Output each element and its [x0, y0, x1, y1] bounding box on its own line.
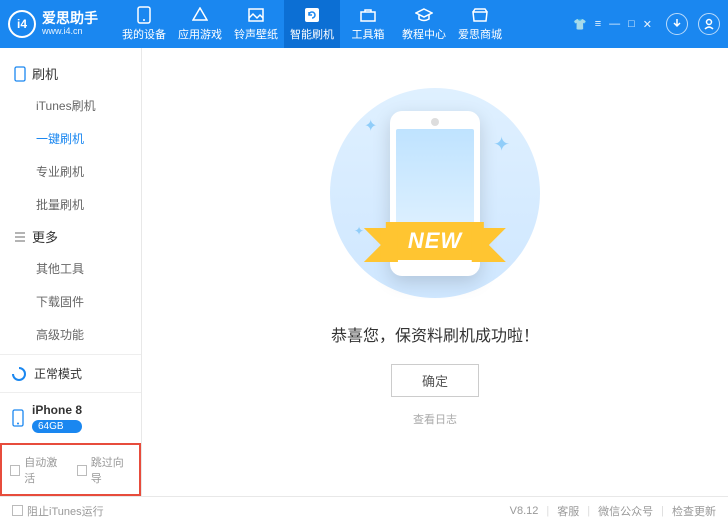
- brand-logo: i4 爱思助手 www.i4.cn: [8, 10, 98, 38]
- success-message: 恭喜您，保资料刷机成功啦！: [331, 322, 539, 346]
- download-button[interactable]: [666, 13, 688, 35]
- brand-mark: i4: [8, 10, 36, 38]
- nav-my-device[interactable]: 我的设备: [116, 0, 172, 48]
- nav-tutorials[interactable]: 教程中心: [396, 0, 452, 48]
- image-icon: [247, 6, 265, 24]
- sidebar-section-flash: 刷机: [0, 58, 141, 89]
- sidebar: 刷机 iTunes刷机 一键刷机 专业刷机 批量刷机 更多 其他工具 下载固件 …: [0, 48, 142, 496]
- maximize-button[interactable]: □: [628, 18, 635, 31]
- apps-icon: [191, 6, 209, 24]
- nav-ringtones[interactable]: 铃声壁纸: [228, 0, 284, 48]
- phone-outline-icon: [14, 66, 26, 82]
- storage-badge: 64GB: [32, 420, 82, 433]
- main-panel: ✦ ✦ ✦ NEW 恭喜您，保资料刷机成功啦！ 确定 查看日志: [142, 48, 728, 496]
- sparkle-icon: ✦: [364, 116, 377, 136]
- block-itunes-checkbox[interactable]: 阻止iTunes运行: [12, 503, 104, 519]
- status-bar: 阻止iTunes运行 V8.12 | 客服 | 微信公众号 | 检查更新: [0, 496, 728, 524]
- footer-link-wechat[interactable]: 微信公众号: [598, 503, 653, 519]
- phone-device-icon: [12, 409, 24, 427]
- sidebar-section-more: 更多: [0, 221, 141, 252]
- shirt-icon[interactable]: 👕: [573, 18, 587, 31]
- nav-flash[interactable]: 智能刷机: [284, 0, 340, 48]
- device-mode[interactable]: 正常模式: [0, 354, 141, 392]
- ok-button[interactable]: 确定: [391, 364, 479, 397]
- menu-icon[interactable]: ≡: [595, 18, 601, 31]
- view-log-link[interactable]: 查看日志: [413, 411, 457, 427]
- flash-options: 自动激活 跳过向导: [0, 443, 141, 496]
- sidebar-item-other-tools[interactable]: 其他工具: [0, 252, 141, 285]
- sparkle-icon: ✦: [354, 224, 364, 238]
- device-info[interactable]: iPhone 8 64GB: [0, 392, 141, 443]
- new-ribbon: NEW: [386, 222, 484, 260]
- sidebar-item-batch-flash[interactable]: 批量刷机: [0, 188, 141, 221]
- nav-store[interactable]: 爱思商城: [452, 0, 508, 48]
- sidebar-item-oneclick-flash[interactable]: 一键刷机: [0, 122, 141, 155]
- close-button[interactable]: ✕: [643, 18, 652, 31]
- phone-icon: [135, 6, 153, 24]
- success-illustration: ✦ ✦ ✦ NEW: [330, 88, 540, 298]
- sidebar-item-itunes-flash[interactable]: iTunes刷机: [0, 89, 141, 122]
- top-nav: 我的设备 应用游戏 铃声壁纸 智能刷机 工具箱 教程中心 爱思商城: [116, 0, 508, 48]
- footer-link-support[interactable]: 客服: [557, 503, 579, 519]
- device-name: iPhone 8: [32, 403, 82, 417]
- sidebar-item-pro-flash[interactable]: 专业刷机: [0, 155, 141, 188]
- spinner-icon: [12, 367, 26, 381]
- header-right: 👕 ≡ — □ ✕: [567, 13, 720, 35]
- menu-lines-icon: [14, 231, 26, 243]
- minimize-button[interactable]: —: [609, 18, 620, 31]
- nav-apps[interactable]: 应用游戏: [172, 0, 228, 48]
- graduation-icon: [415, 6, 433, 24]
- brand-url: www.i4.cn: [42, 27, 98, 37]
- user-button[interactable]: [698, 13, 720, 35]
- version-label: V8.12: [510, 505, 539, 517]
- sparkle-icon: ✦: [493, 132, 510, 157]
- sidebar-item-download-fw[interactable]: 下载固件: [0, 285, 141, 318]
- nav-toolbox[interactable]: 工具箱: [340, 0, 396, 48]
- refresh-icon: [303, 6, 321, 24]
- toolbox-icon: [359, 6, 377, 24]
- app-header: i4 爱思助手 www.i4.cn 我的设备 应用游戏 铃声壁纸 智能刷机 工具…: [0, 0, 728, 48]
- sidebar-item-advanced[interactable]: 高级功能: [0, 318, 141, 351]
- skip-guide-checkbox[interactable]: 跳过向导: [77, 454, 132, 486]
- brand-name: 爱思助手: [42, 11, 98, 26]
- footer-link-update[interactable]: 检查更新: [672, 503, 716, 519]
- store-icon: [471, 6, 489, 24]
- auto-activate-checkbox[interactable]: 自动激活: [10, 454, 65, 486]
